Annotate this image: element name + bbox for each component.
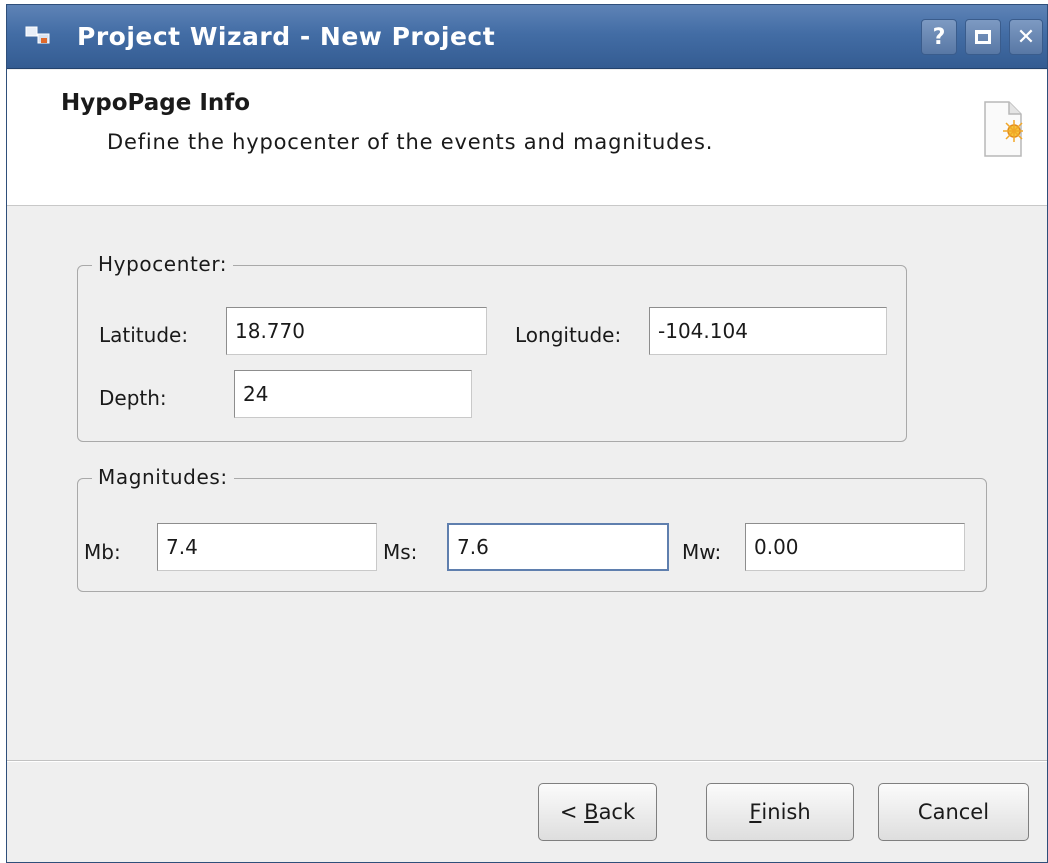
close-icon: ✕ bbox=[1016, 24, 1036, 50]
title-bar[interactable]: Project Wizard - New Project ? ✕ bbox=[7, 5, 1047, 69]
new-document-icon bbox=[984, 101, 1023, 157]
maximize-icon bbox=[975, 30, 991, 44]
page-subtitle: Define the hypocenter of the events and … bbox=[107, 130, 714, 154]
maximize-button[interactable] bbox=[965, 19, 1001, 55]
latitude-input[interactable] bbox=[226, 307, 487, 355]
hypocenter-legend: Hypocenter: bbox=[92, 252, 234, 276]
cancel-label: Cancel bbox=[917, 800, 990, 824]
finish-button[interactable]: Finish bbox=[706, 783, 854, 841]
magnitudes-legend: Magnitudes: bbox=[92, 465, 234, 489]
page-title: HypoPage Info bbox=[61, 90, 251, 116]
back-label-rest: ack bbox=[598, 800, 636, 824]
latitude-label: Latitude: bbox=[99, 323, 189, 347]
help-icon: ? bbox=[932, 24, 946, 50]
wizard-window: Project Wizard - New Project ? ✕ HypoPag… bbox=[6, 4, 1048, 863]
depth-input[interactable] bbox=[234, 370, 472, 418]
wizard-header: HypoPage Info Define the hypocenter of t… bbox=[7, 70, 1047, 206]
mw-input[interactable] bbox=[745, 523, 965, 571]
finish-label-rest: inish bbox=[761, 800, 811, 824]
back-label-mnemonic: B bbox=[584, 800, 599, 824]
mb-input[interactable] bbox=[157, 523, 377, 571]
wizard-app-icon bbox=[25, 26, 50, 44]
ms-input[interactable] bbox=[447, 523, 669, 571]
mb-label: Mb: bbox=[84, 540, 121, 564]
window-title: Project Wizard - New Project bbox=[77, 22, 496, 51]
mw-label: Mw: bbox=[682, 540, 722, 564]
cancel-button[interactable]: Cancel bbox=[878, 783, 1029, 841]
longitude-label: Longitude: bbox=[515, 323, 622, 347]
ms-label: Ms: bbox=[383, 540, 418, 564]
back-label-prefix: < bbox=[559, 800, 585, 824]
longitude-input[interactable] bbox=[649, 307, 887, 355]
back-button[interactable]: < Back bbox=[538, 783, 657, 841]
depth-label: Depth: bbox=[99, 386, 167, 410]
button-separator bbox=[7, 760, 1047, 762]
help-button[interactable]: ? bbox=[921, 19, 957, 55]
close-button[interactable]: ✕ bbox=[1009, 19, 1043, 55]
finish-label-mnemonic: F bbox=[749, 800, 762, 824]
